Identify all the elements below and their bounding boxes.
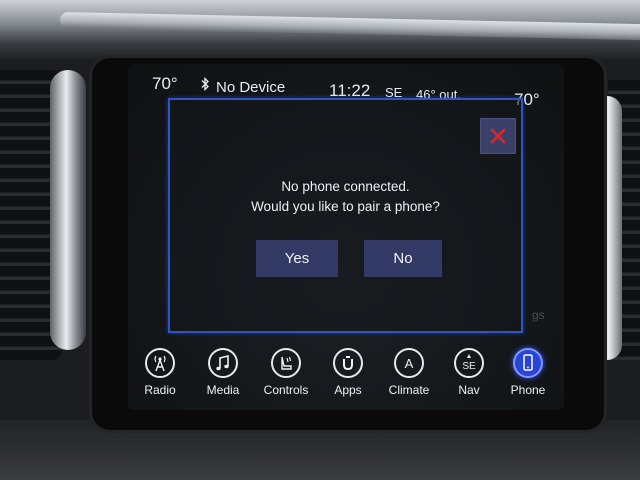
nav-label-apps: Apps [334,383,362,397]
yes-button[interactable]: Yes [256,240,338,277]
nav-label-controls: Controls [263,383,309,397]
pair-phone-dialog: No phone connected. Would you like to pa… [168,98,523,333]
close-icon [490,128,506,144]
nav-label-phone: Phone [510,383,546,397]
nav-label-radio: Radio [144,383,176,397]
nav-climate[interactable]: A Climate [379,348,439,397]
infotainment-screen: 70° No Device 11:22 SE 46° out. 70° gs N… [128,64,564,410]
apps-uconnect-icon [333,348,363,378]
compass-icon: SE [454,348,484,378]
music-note-icon [208,348,238,378]
phone-icon [513,348,543,378]
background-text: gs [532,308,545,322]
status-bar: 70° No Device 11:22 SE 46° out. 70° [128,64,564,109]
nav-label-climate: Climate [388,383,430,397]
climate-glyph: A [405,356,414,371]
message-line-1: No phone connected. [281,179,410,194]
bluetooth-icon [201,77,209,91]
message-line-2: Would you like to pair a phone? [251,199,440,214]
nav-phone[interactable]: Phone [498,348,558,397]
nav-radio[interactable]: Radio [130,348,190,397]
climate-icon: A [394,348,424,378]
nav-controls[interactable]: Controls [256,348,316,397]
vent-chrome-left [50,70,86,350]
nav-nav[interactable]: SE Nav [439,348,499,397]
dialog-message: No phone connected. Would you like to pa… [170,177,521,217]
driver-temp[interactable]: 70° [152,74,178,94]
close-button[interactable] [480,118,516,154]
controls-seat-icon [271,348,301,378]
nav-label-media: Media [206,383,240,397]
radio-tower-icon [145,348,175,378]
compass-glyph: SE [462,361,476,372]
nav-media[interactable]: Media [193,348,253,397]
no-button[interactable]: No [364,240,442,277]
device-status: No Device [216,79,286,96]
nav-apps[interactable]: Apps [318,348,378,397]
nav-label-nav: Nav [458,383,480,397]
bottom-nav-bar: Radio Media Controls Apps A Climate SE N… [128,344,564,410]
